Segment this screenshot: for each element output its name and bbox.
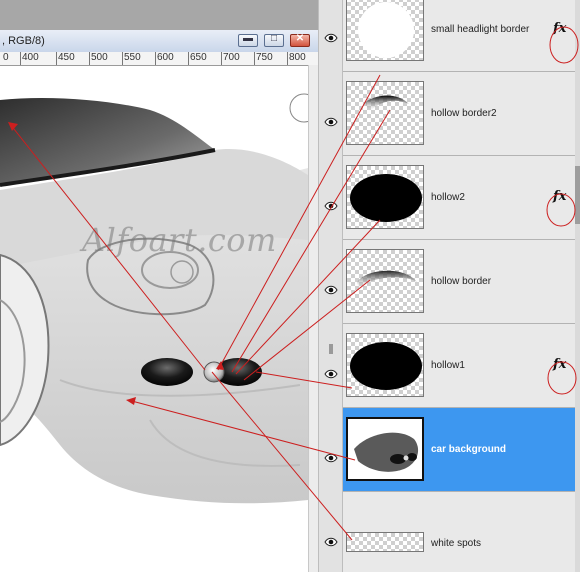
panel-splitter[interactable] <box>318 0 343 572</box>
layer-thumbnail <box>346 0 424 61</box>
layer-row-hollow-border[interactable]: hollow border <box>343 240 580 324</box>
layer-row-small-headlight-border[interactable]: small headlight border fx▼ <box>343 0 580 72</box>
layer-name[interactable]: hollow border2 <box>431 108 497 119</box>
ruler-label: 600 <box>157 52 174 63</box>
horizontal-ruler[interactable]: 0 400 450 500 550 600 650 700 750 800 <box>0 52 318 66</box>
close-button[interactable]: ✕ <box>290 33 310 47</box>
layer-row-white-spots[interactable]: white spots <box>343 492 580 572</box>
layer-thumbnail <box>346 81 424 145</box>
layer-thumbnail <box>346 165 424 229</box>
layer-thumbnail <box>346 417 424 481</box>
ruler-label: 400 <box>22 52 39 63</box>
maximize-icon: □ <box>270 33 278 44</box>
minimize-icon: ▬ <box>243 33 253 44</box>
layer-name[interactable]: white spots <box>431 538 481 549</box>
watermark: Alfoart.com <box>82 221 277 259</box>
maximize-button[interactable]: □ <box>264 33 284 47</box>
hollow1-shape <box>141 358 193 386</box>
eye-icon[interactable] <box>324 453 338 463</box>
ruler-label: 750 <box>256 52 273 63</box>
document-title: , RGB/8) <box>2 35 45 47</box>
layer-row-car-background[interactable]: car background <box>343 408 580 492</box>
layer-name[interactable]: hollow2 <box>431 192 465 203</box>
headlight-circle-fragment <box>289 93 308 123</box>
eye-icon[interactable] <box>324 285 338 295</box>
workspace-background <box>0 0 318 30</box>
ruler-label: 550 <box>124 52 141 63</box>
layers-panel: small headlight border fx▼ hollow border… <box>343 0 580 572</box>
eye-icon[interactable] <box>324 33 338 43</box>
ruler-label: 0 <box>3 52 9 63</box>
minimize-button[interactable]: ▬ <box>238 33 258 47</box>
layer-name[interactable]: hollow1 <box>431 360 465 371</box>
ruler-label: 650 <box>190 52 207 63</box>
layer-thumbnail <box>346 249 424 313</box>
layer-name[interactable]: car background <box>431 444 506 455</box>
eye-icon[interactable] <box>324 369 338 379</box>
ruler-label: 800 <box>289 52 306 63</box>
eye-icon[interactable] <box>324 117 338 127</box>
eye-icon[interactable] <box>324 537 338 547</box>
canvas-artwork[interactable] <box>0 66 308 572</box>
layer-thumbnail <box>346 333 424 397</box>
layers-scrollbar-thumb[interactable] <box>575 166 580 224</box>
ruler-label: 700 <box>223 52 240 63</box>
layer-row-hollow2[interactable]: hollow2 fx▼ <box>343 156 580 240</box>
layer-thumbnail <box>346 532 424 552</box>
document-window: , RGB/8) ▬ □ ✕ 0 400 450 500 550 600 650… <box>0 0 318 572</box>
grip-icon[interactable] <box>326 344 336 354</box>
document-scrollbar[interactable] <box>308 65 318 572</box>
ruler-label: 500 <box>91 52 108 63</box>
layer-name[interactable]: small headlight border <box>431 24 529 35</box>
document-titlebar[interactable]: , RGB/8) ▬ □ ✕ <box>0 30 318 53</box>
ruler-label: 450 <box>58 52 75 63</box>
layer-row-hollow-border2[interactable]: hollow border2 <box>343 72 580 156</box>
small-headlight-shape <box>203 361 225 383</box>
layer-name[interactable]: hollow border <box>431 276 491 287</box>
close-icon: ✕ <box>295 33 305 44</box>
eye-icon[interactable] <box>324 201 338 211</box>
layers-scrollbar-track[interactable] <box>575 0 580 572</box>
layer-row-hollow1[interactable]: hollow1 fx▼ <box>343 324 580 408</box>
